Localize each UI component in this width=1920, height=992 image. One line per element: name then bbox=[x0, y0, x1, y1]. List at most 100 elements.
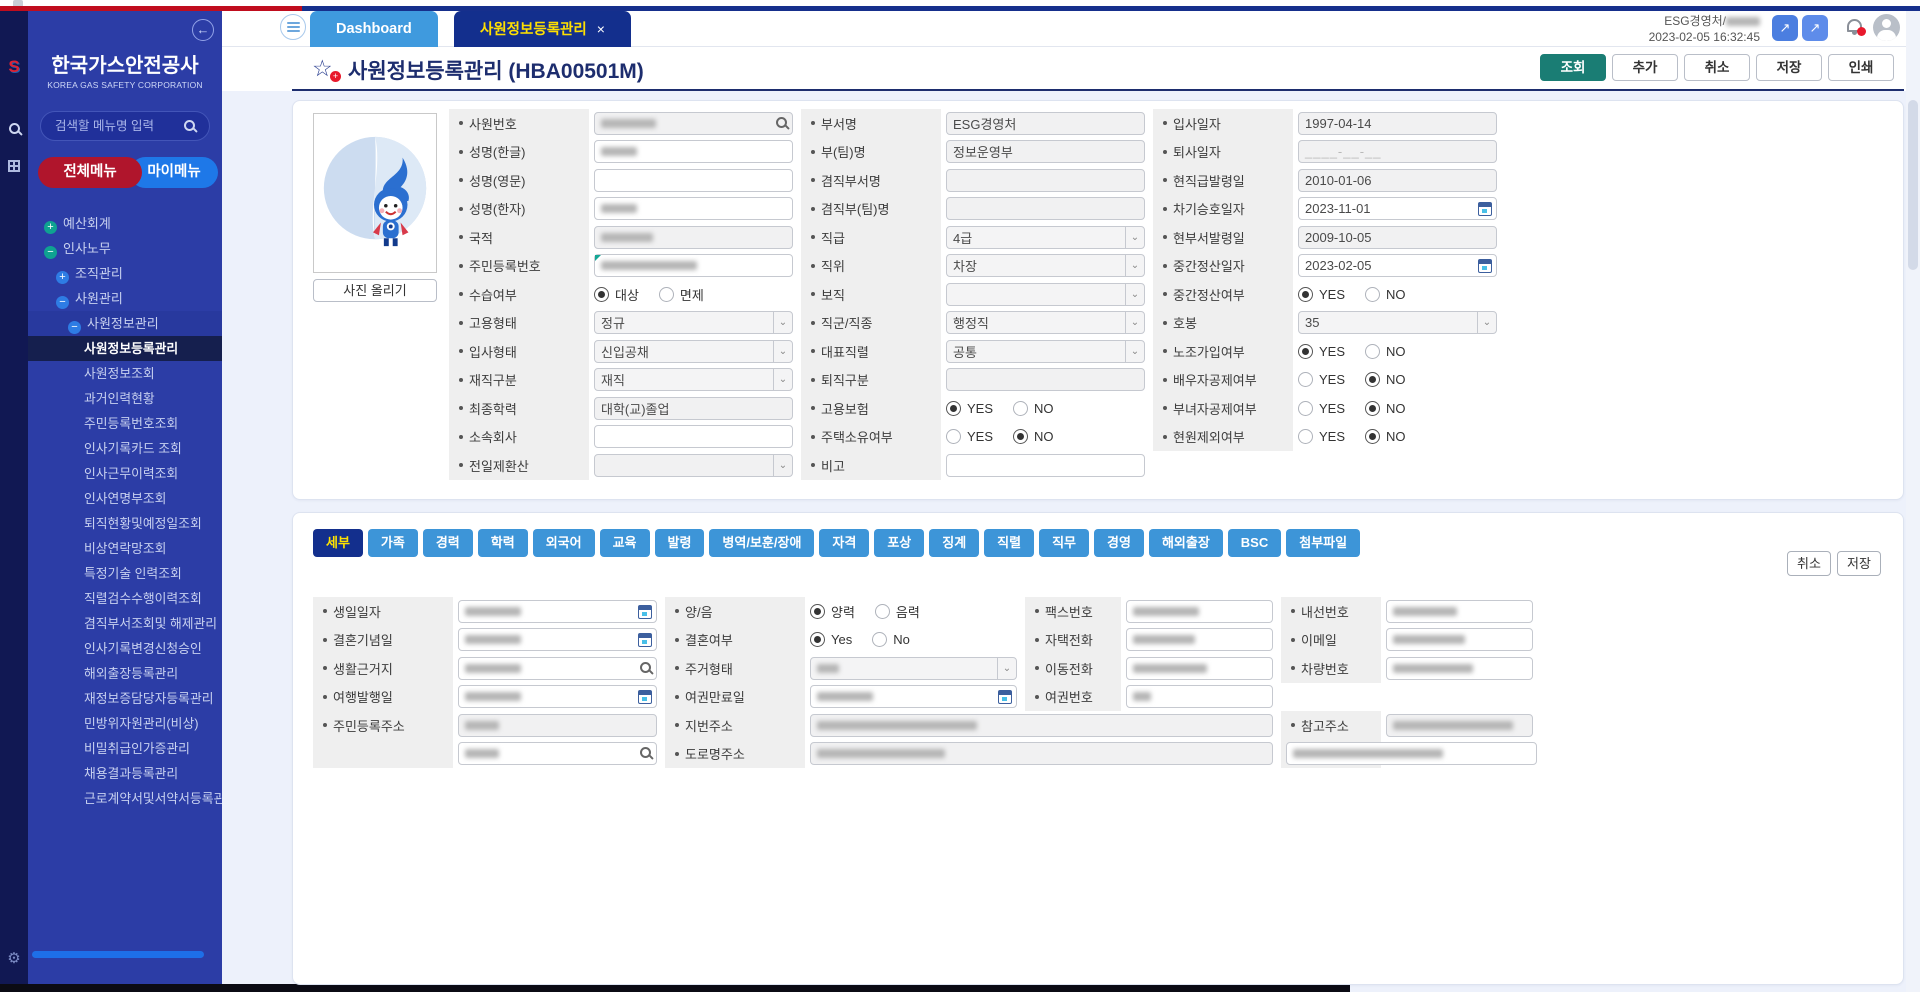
open-window-icon[interactable]: ↗ bbox=[1772, 15, 1798, 41]
input-비고[interactable] bbox=[946, 454, 1145, 477]
radio-음력[interactable] bbox=[875, 604, 890, 619]
detail-tab-세부[interactable]: 세부 bbox=[313, 529, 363, 557]
radio-YES[interactable] bbox=[1298, 401, 1313, 416]
input-내선번호[interactable] bbox=[1386, 600, 1533, 623]
collapse-minus-icon[interactable]: − bbox=[44, 246, 57, 259]
radio-NO-selected[interactable] bbox=[1365, 429, 1380, 444]
input-주거형태[interactable]: ⌄ bbox=[810, 657, 1017, 680]
radio-Yes-selected[interactable] bbox=[810, 632, 825, 647]
detail-tab-포상[interactable]: 포상 bbox=[874, 529, 924, 557]
calendar-icon[interactable] bbox=[638, 605, 652, 619]
calendar-icon[interactable] bbox=[998, 690, 1012, 704]
sidebar-item[interactable]: 근로계약서및서약서등록관리 bbox=[28, 786, 222, 811]
detail-tab-경력[interactable]: 경력 bbox=[423, 529, 473, 557]
chevron-down-icon[interactable]: ⌄ bbox=[997, 658, 1016, 679]
sidebar-item[interactable]: −인사노무 bbox=[28, 236, 222, 261]
gear-icon[interactable]: ⚙ bbox=[0, 949, 28, 967]
chevron-down-icon[interactable]: ⌄ bbox=[1125, 255, 1144, 276]
chevron-down-icon[interactable]: ⌄ bbox=[1125, 227, 1144, 248]
search-icon[interactable] bbox=[184, 120, 195, 131]
detail-tab-직렬[interactable]: 직렬 bbox=[984, 529, 1034, 557]
input-결혼기념일[interactable] bbox=[458, 628, 657, 651]
collapse-minus-icon[interactable]: − bbox=[68, 321, 81, 334]
detail-action-취소[interactable]: 취소 bbox=[1787, 551, 1831, 576]
input-여권만료일[interactable] bbox=[810, 685, 1017, 708]
radio-양력-selected[interactable] bbox=[810, 604, 825, 619]
input-고용형태[interactable]: 정규⌄ bbox=[594, 311, 793, 334]
detail-tab-경영[interactable]: 경영 bbox=[1094, 529, 1144, 557]
radio-NO-selected[interactable] bbox=[1013, 429, 1028, 444]
radio-YES-selected[interactable] bbox=[1298, 344, 1313, 359]
calendar-icon[interactable] bbox=[1478, 259, 1492, 273]
radio-YES-selected[interactable] bbox=[946, 401, 961, 416]
sidebar-item[interactable]: 직렬검수수행이력조회 bbox=[28, 586, 222, 611]
radio-No[interactable] bbox=[872, 632, 887, 647]
sidebar-item[interactable]: −사원정보관리 bbox=[28, 311, 222, 336]
sidebar-horizontal-scrollbar[interactable] bbox=[32, 951, 204, 958]
sidebar-item[interactable]: 사원정보조회 bbox=[28, 361, 222, 386]
sidebar-item[interactable]: 인사연명부조회 bbox=[28, 486, 222, 511]
input-호봉[interactable]: 35⌄ bbox=[1298, 311, 1497, 334]
input-이동전화[interactable] bbox=[1126, 657, 1273, 680]
input-생일일자[interactable] bbox=[458, 600, 657, 623]
detail-tab-학력[interactable]: 학력 bbox=[478, 529, 528, 557]
radio-NO[interactable] bbox=[1365, 287, 1380, 302]
avatar[interactable] bbox=[1873, 14, 1900, 41]
action-button-저장[interactable]: 저장 bbox=[1756, 54, 1822, 81]
input-중간정산일자[interactable]: 2023-02-05 bbox=[1298, 254, 1497, 277]
detail-tab-해외출장[interactable]: 해외출장 bbox=[1149, 529, 1223, 557]
input-여행발행일[interactable] bbox=[458, 685, 657, 708]
input-성명(한자)[interactable] bbox=[594, 197, 793, 220]
radio-NO-selected[interactable] bbox=[1365, 401, 1380, 416]
calendar-icon[interactable] bbox=[638, 690, 652, 704]
sidebar-item[interactable]: 특정기술 인력조회 bbox=[28, 561, 222, 586]
input-성명(영문)[interactable] bbox=[594, 169, 793, 192]
sidebar-item[interactable]: 민방위자원관리(비상) bbox=[28, 711, 222, 736]
chevron-down-icon[interactable]: ⌄ bbox=[773, 312, 792, 333]
detail-tab-교육[interactable]: 교육 bbox=[600, 529, 650, 557]
radio-YES-selected[interactable] bbox=[1298, 287, 1313, 302]
search-icon[interactable] bbox=[640, 747, 651, 758]
sidebar-item[interactable]: 인사근무이력조회 bbox=[28, 461, 222, 486]
sidebar-item[interactable]: 해외출장등록관리 bbox=[28, 661, 222, 686]
action-button-취소[interactable]: 취소 bbox=[1684, 54, 1750, 81]
input-주민등록번호[interactable] bbox=[594, 254, 793, 277]
input-field[interactable] bbox=[1286, 742, 1537, 765]
input-팩스번호[interactable] bbox=[1126, 600, 1273, 623]
sidebar-item[interactable]: 비상연락망조회 bbox=[28, 536, 222, 561]
radio-YES[interactable] bbox=[1298, 429, 1313, 444]
input-여권번호[interactable] bbox=[1126, 685, 1273, 708]
chevron-down-icon[interactable]: ⌄ bbox=[1125, 312, 1144, 333]
detail-tab-직무[interactable]: 직무 bbox=[1039, 529, 1089, 557]
input-직급[interactable]: 4급⌄ bbox=[946, 226, 1145, 249]
radio-NO-selected[interactable] bbox=[1365, 372, 1380, 387]
input-대표직렬[interactable]: 공통⌄ bbox=[946, 340, 1145, 363]
hamburger-icon[interactable] bbox=[280, 14, 306, 40]
search-icon[interactable] bbox=[640, 662, 651, 673]
sidebar-item[interactable]: 주민등록번호조회 bbox=[28, 411, 222, 436]
action-button-인쇄[interactable]: 인쇄 bbox=[1828, 54, 1894, 81]
radio-NO[interactable] bbox=[1365, 344, 1380, 359]
sidebar-item[interactable]: 재정보증담당자등록관리 bbox=[28, 686, 222, 711]
input-재직구분[interactable]: 재직⌄ bbox=[594, 368, 793, 391]
radio-YES[interactable] bbox=[946, 429, 961, 444]
calendar-icon[interactable] bbox=[1478, 202, 1492, 216]
sidebar-item[interactable]: 인사기록카드 조회 bbox=[28, 436, 222, 461]
sidebar-item[interactable]: +예산회계 bbox=[28, 211, 222, 236]
close-icon[interactable]: × bbox=[597, 21, 605, 37]
input-직군/직종[interactable]: 행정직⌄ bbox=[946, 311, 1145, 334]
chevron-down-icon[interactable]: ⌄ bbox=[773, 369, 792, 390]
input-field[interactable] bbox=[458, 742, 657, 765]
input-이메일[interactable] bbox=[1386, 628, 1533, 651]
search-icon[interactable] bbox=[0, 121, 28, 139]
detail-tab-병역/보훈/장애[interactable]: 병역/보훈/장애 bbox=[709, 529, 814, 557]
chevron-down-icon[interactable]: ⌄ bbox=[773, 341, 792, 362]
detail-tab-BSC[interactable]: BSC bbox=[1228, 529, 1281, 557]
tab-dashboard[interactable]: Dashboard bbox=[310, 11, 438, 47]
expand-plus-icon[interactable]: + bbox=[56, 271, 69, 284]
sidebar-item[interactable]: +조직관리 bbox=[28, 261, 222, 286]
input-소속회사[interactable] bbox=[594, 425, 793, 448]
search-icon[interactable] bbox=[776, 117, 787, 128]
sidebar-item[interactable]: 사원정보등록관리 bbox=[28, 336, 222, 361]
radio-대상-selected[interactable] bbox=[594, 287, 609, 302]
